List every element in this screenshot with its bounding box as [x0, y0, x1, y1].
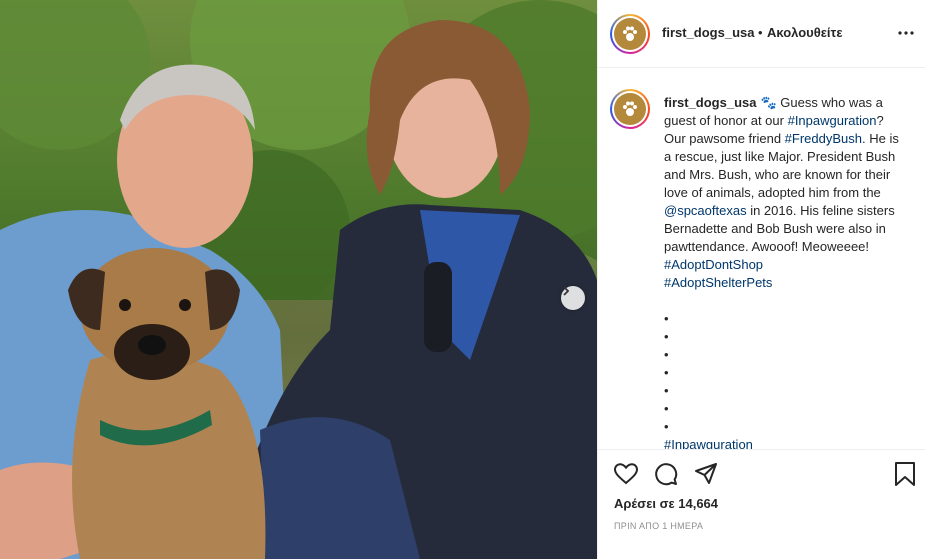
heart-icon[interactable] [613, 463, 639, 490]
caption-dot: • [664, 365, 669, 380]
caption-dot: • [664, 383, 669, 398]
share-icon[interactable] [694, 462, 718, 491]
caption-avatar[interactable] [610, 89, 650, 129]
post-actions: Αρέσει σε 14,664 ΠΡΙΝ ΑΠΟ 1 ΗΜΕΡΑ [598, 449, 925, 559]
caption-dot: • [664, 347, 669, 362]
caption-dot: • [664, 311, 669, 326]
post-header: first_dogs_usa • Ακολουθείτε [598, 0, 925, 68]
bookmark-icon[interactable] [894, 462, 916, 491]
hashtag-link[interactable]: #Inpawguration [664, 436, 864, 449]
post-timestamp[interactable]: ΠΡΙΝ ΑΠΟ 1 ΗΜΕΡΑ [614, 521, 703, 531]
comments-section[interactable]: first_dogs_usa 🐾 Guess who was a guest of… [598, 69, 925, 449]
header-username[interactable]: first_dogs_usa [662, 25, 754, 40]
post-side-panel: first_dogs_usa • Ακολουθείτε first_dogs_… [597, 0, 925, 559]
paw-icon [623, 26, 637, 41]
mention-link[interactable]: @spcaoftexas [664, 203, 747, 218]
post-photo[interactable] [0, 0, 597, 559]
caption-dot: • [664, 419, 669, 434]
paw-emoji: 🐾 [760, 95, 777, 110]
avatar[interactable] [610, 14, 650, 54]
paw-icon [623, 101, 637, 116]
caption-username[interactable]: first_dogs_usa [664, 95, 756, 110]
separator-dot: • [758, 25, 763, 40]
hashtag-link[interactable]: #Inpawguration [788, 113, 877, 128]
likes-count[interactable]: Αρέσει σε 14,664 [614, 496, 718, 511]
next-photo-button[interactable] [561, 286, 585, 310]
hashtag-link[interactable]: #FreddyBush [785, 131, 862, 146]
caption-dot: • [664, 401, 669, 416]
follow-status-button[interactable]: Ακολουθείτε [767, 25, 843, 40]
comment-icon[interactable] [654, 462, 678, 491]
next-arrow-icon [563, 286, 570, 296]
photo-illustration [0, 0, 597, 559]
hashtag-link[interactable]: #AdoptDontShop [664, 257, 763, 272]
hashtag-link[interactable]: #AdoptShelterPets [664, 275, 772, 290]
caption-dot: • [664, 329, 669, 344]
post-caption: first_dogs_usa 🐾 Guess who was a guest of… [664, 94, 904, 292]
more-options-icon[interactable] [898, 22, 914, 40]
